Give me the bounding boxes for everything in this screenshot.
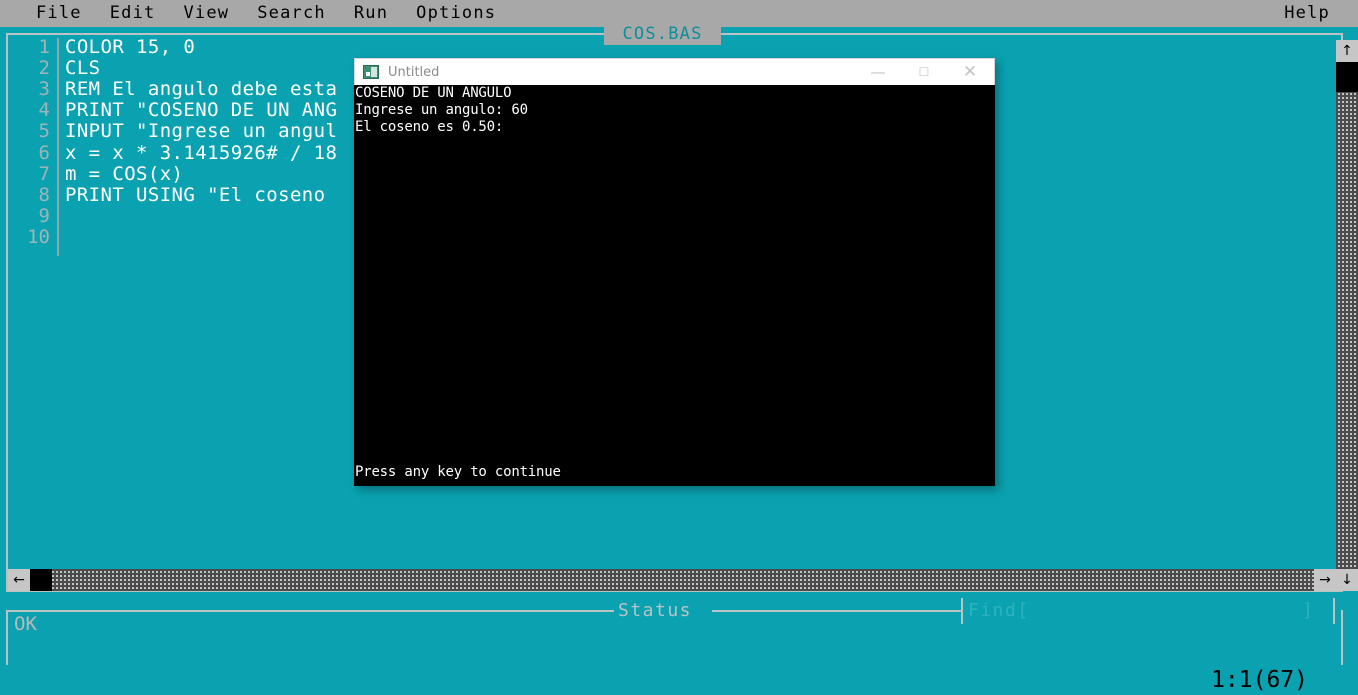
line-text: PRINT "COSENO DE UN ANG [65,99,338,122]
console-press-key-message: Press any key to continue [355,464,561,480]
line-number: 10 [27,226,50,249]
line-text: COLOR 15, 0 [65,36,196,58]
scroll-left-arrow-icon[interactable]: ← [8,569,30,591]
status-panel-right-border [1341,610,1343,665]
line-number: 7 [38,162,50,185]
scroll-up-arrow-icon[interactable]: ↑ [1336,40,1358,62]
menu-item-view[interactable]: View [170,0,244,27]
menu-item-edit[interactable]: Edit [96,0,170,27]
minimize-icon[interactable]: — [855,59,901,86]
find-box-right-edge [1333,598,1335,624]
console-footer-area: Press any key to continue [354,464,995,481]
line-number: 4 [38,99,50,122]
menu-items-group: File Edit View Search Run Options [22,0,510,27]
line-number: 5 [38,120,50,143]
console-output-area[interactable]: COSENO DE UN ANGULO Ingrese un angulo: 6… [354,85,995,486]
console-title-bar[interactable]: Untitled — ☐ ✕ [354,58,995,85]
vertical-scrollbar[interactable]: ↑ ↓ [1336,40,1358,591]
horizontal-scrollbar-track[interactable] [30,569,1314,591]
scroll-right-arrow-icon[interactable]: → [1314,569,1336,591]
line-number: 6 [38,141,50,164]
line-number: 3 [38,77,50,100]
line-number: 2 [38,56,50,79]
status-rule-left [6,610,614,612]
line-text: CLS [65,56,101,79]
line-number: 1 [38,36,50,58]
console-output-line: COSENO DE UN ANGULO [355,85,512,101]
scroll-down-arrow-icon[interactable]: ↓ [1336,569,1358,591]
line-text: INPUT "Ingrese un angul [65,120,338,143]
status-panel: Status Find[ ] OK [6,592,1343,665]
vertical-scrollbar-thumb[interactable] [1336,62,1358,92]
line-text: PRINT USING "El coseno [65,183,326,206]
status-message: OK [14,613,37,635]
console-app-icon [363,65,379,79]
find-close-bracket[interactable]: ] [1302,600,1313,621]
console-window[interactable]: Untitled — ☐ ✕ COSENO DE UN ANGULO Ingre… [354,58,995,486]
file-title-tab: COS.BAS [604,23,721,45]
status-panel-left-border [6,610,8,665]
line-text: REM El angulo debe esta [65,77,338,100]
status-legend-label: Status [618,600,693,621]
console-window-title: Untitled [388,64,440,80]
console-output-line: Ingrese un angulo: 60 [355,102,528,118]
console-output-line: El coseno es 0.50: [355,119,504,135]
status-rule-middle [712,610,962,612]
horizontal-scrollbar-thumb[interactable] [30,569,52,591]
menu-item-run[interactable]: Run [340,0,402,27]
vertical-scrollbar-track[interactable] [1336,62,1358,569]
maximize-icon[interactable]: ☐ [901,59,947,86]
cursor-position-indicator: 1:1(67) [1211,667,1308,693]
line-number: 8 [38,183,50,206]
line-text: m = COS(x) [65,162,184,185]
line-text: x = x * 3.1415926# / 18 [65,141,338,164]
gutter-separator [57,38,59,256]
horizontal-scrollbar[interactable]: ← → [8,569,1336,591]
find-input-label[interactable]: Find[ [968,600,1030,621]
bottom-bar: 1:1(67) [0,665,1358,695]
menu-item-options[interactable]: Options [402,0,510,27]
line-number: 9 [38,205,50,228]
menu-item-help[interactable]: Help [1270,0,1344,27]
menu-item-search[interactable]: Search [243,0,340,27]
close-icon[interactable]: ✕ [947,59,993,86]
find-box-left-edge [961,598,963,624]
menu-item-file[interactable]: File [22,0,96,27]
